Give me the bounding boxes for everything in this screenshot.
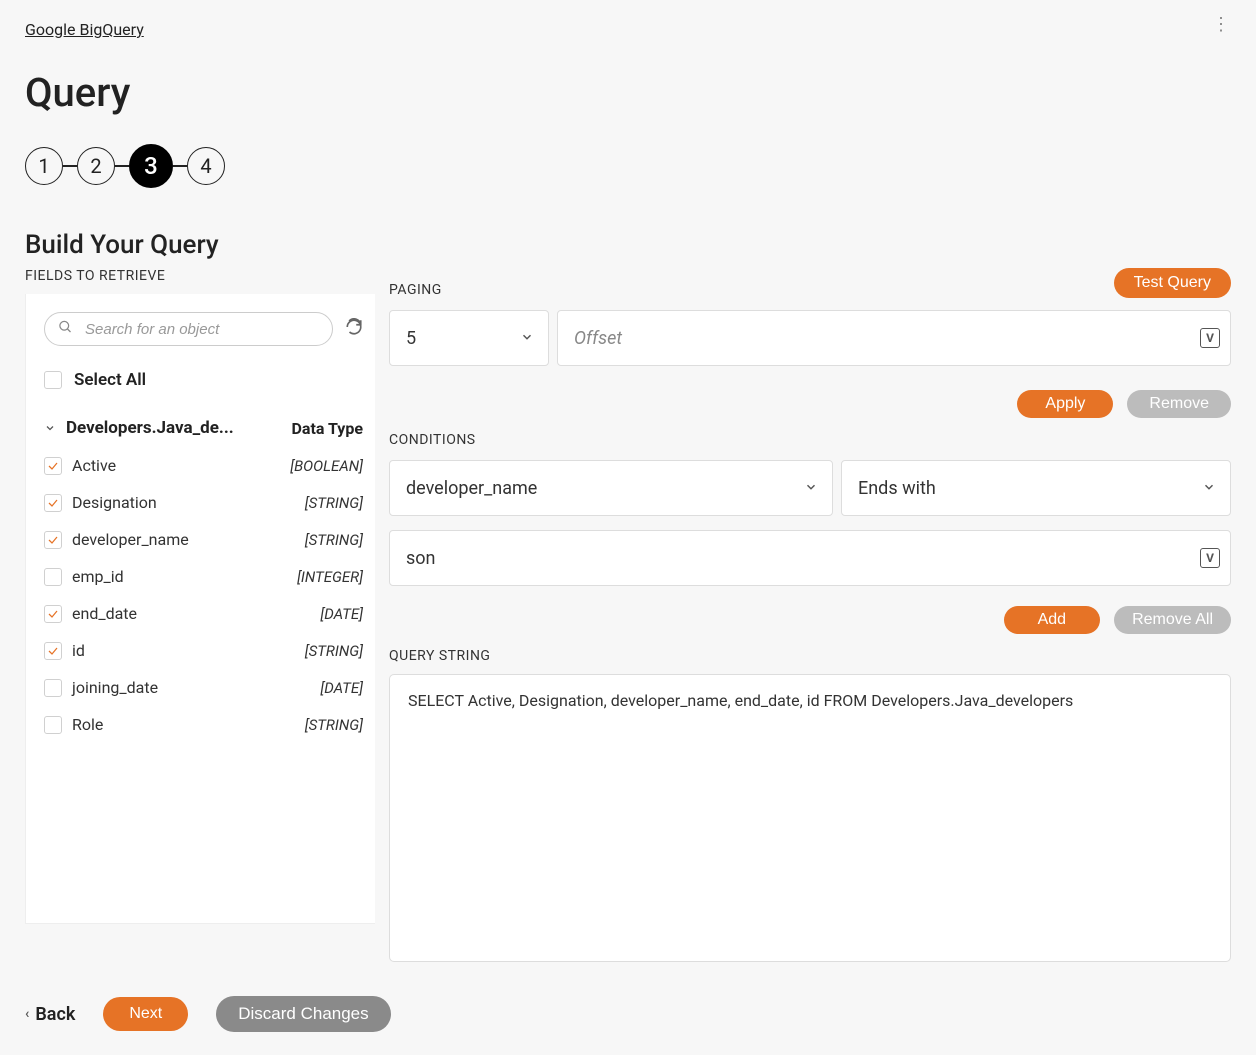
field-name: id: [72, 641, 305, 660]
field-name: joining_date: [72, 678, 320, 697]
field-checkbox[interactable]: [44, 679, 62, 697]
condition-field-select[interactable]: developer_name: [389, 460, 833, 516]
field-row: Role[STRING]: [44, 715, 363, 734]
back-label: Back: [35, 1004, 75, 1025]
chevron-down-icon: [804, 478, 818, 499]
tree-name: Developers.Java_de...: [66, 418, 282, 438]
back-button[interactable]: ‹ Back: [25, 1004, 75, 1025]
tree-header[interactable]: Developers.Java_de... Data Type: [44, 418, 363, 438]
paging-limit-value: 5: [406, 328, 416, 349]
field-row: emp_id[INTEGER]: [44, 567, 363, 586]
breadcrumb[interactable]: Google BigQuery: [25, 20, 144, 39]
search-input[interactable]: [44, 312, 333, 346]
chevron-down-icon: [520, 328, 534, 349]
refresh-icon[interactable]: [345, 318, 363, 340]
field-name: Designation: [72, 493, 305, 512]
field-row: end_date[DATE]: [44, 604, 363, 623]
field-checkbox[interactable]: [44, 605, 62, 623]
field-name: Role: [72, 715, 305, 734]
query-string-display[interactable]: SELECT Active, Designation, developer_na…: [389, 674, 1231, 962]
field-type: [STRING]: [305, 494, 363, 512]
field-row: Active[BOOLEAN]: [44, 456, 363, 475]
remove-all-button[interactable]: Remove All: [1114, 606, 1231, 634]
field-row: Designation[STRING]: [44, 493, 363, 512]
select-all-checkbox[interactable]: [44, 371, 62, 389]
field-type: [STRING]: [305, 642, 363, 660]
field-name: Active: [72, 456, 290, 475]
query-string-label: QUERY STRING: [389, 648, 1231, 664]
field-type: [DATE]: [320, 679, 363, 697]
add-button[interactable]: Add: [1004, 606, 1100, 634]
step-4[interactable]: 4: [187, 147, 225, 185]
chevron-down-icon: [1202, 478, 1216, 499]
paging-label: PAGING: [389, 282, 442, 298]
condition-field-value: developer_name: [406, 478, 537, 499]
field-checkbox[interactable]: [44, 457, 62, 475]
offset-placeholder: Offset: [574, 328, 622, 349]
next-button[interactable]: Next: [103, 997, 188, 1031]
field-name: emp_id: [72, 567, 297, 586]
field-type: [INTEGER]: [297, 568, 363, 586]
variable-icon[interactable]: V: [1200, 328, 1220, 348]
field-row: joining_date[DATE]: [44, 678, 363, 697]
apply-button[interactable]: Apply: [1017, 390, 1113, 418]
field-row: developer_name[STRING]: [44, 530, 363, 549]
field-name: developer_name: [72, 530, 305, 549]
field-checkbox[interactable]: [44, 568, 62, 586]
select-all-label: Select All: [74, 370, 146, 390]
condition-value-input[interactable]: son V: [389, 530, 1231, 586]
condition-value: son: [406, 548, 436, 569]
page-title: Query: [25, 69, 1231, 116]
section-title: Build Your Query: [25, 230, 1231, 260]
field-type: [STRING]: [305, 716, 363, 734]
offset-input[interactable]: Offset V: [557, 310, 1231, 366]
conditions-label: CONDITIONS: [389, 432, 1231, 448]
field-checkbox[interactable]: [44, 494, 62, 512]
field-type: [BOOLEAN]: [290, 457, 363, 475]
field-name: end_date: [72, 604, 320, 623]
remove-button[interactable]: Remove: [1127, 390, 1231, 418]
search-icon: [58, 320, 73, 339]
field-checkbox[interactable]: [44, 531, 62, 549]
paging-limit-select[interactable]: 5: [389, 310, 549, 366]
field-checkbox[interactable]: [44, 716, 62, 734]
data-type-header: Data Type: [292, 419, 364, 438]
condition-operator-value: Ends with: [858, 478, 936, 499]
stepper: 1 2 3 4: [25, 144, 1231, 188]
step-3[interactable]: 3: [129, 144, 173, 188]
variable-icon[interactable]: V: [1200, 548, 1220, 568]
field-checkbox[interactable]: [44, 642, 62, 660]
fields-panel: Select All Developers.Java_de... Data Ty…: [25, 294, 375, 924]
test-query-button[interactable]: Test Query: [1114, 268, 1231, 298]
condition-operator-select[interactable]: Ends with: [841, 460, 1231, 516]
field-type: [DATE]: [320, 605, 363, 623]
discard-button[interactable]: Discard Changes: [216, 996, 390, 1032]
chevron-down-icon: [44, 419, 56, 438]
field-row: id[STRING]: [44, 641, 363, 660]
chevron-left-icon: ‹: [25, 1006, 29, 1022]
fields-label: FIELDS TO RETRIEVE: [25, 268, 375, 284]
more-icon[interactable]: ⋮: [1212, 20, 1231, 30]
field-type: [STRING]: [305, 531, 363, 549]
step-2[interactable]: 2: [77, 147, 115, 185]
step-1[interactable]: 1: [25, 147, 63, 185]
